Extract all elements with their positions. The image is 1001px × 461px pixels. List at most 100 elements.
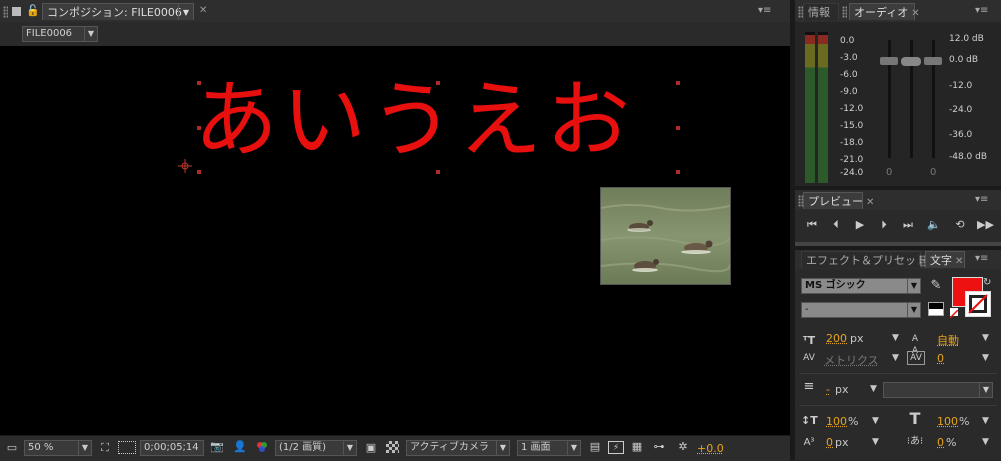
stroke-color-swatch[interactable]	[965, 291, 991, 317]
tab-audio[interactable]: オーディオ ✕	[849, 3, 920, 20]
region-of-interest-icon[interactable]: ▣	[364, 442, 378, 454]
exposure-icon[interactable]: ✲	[676, 441, 690, 453]
fit-icon[interactable]: ⛶	[98, 442, 112, 454]
bbox-handle[interactable]	[197, 81, 201, 85]
db-label: -6.0	[840, 70, 858, 80]
tsume-unit: %	[946, 436, 957, 449]
tracking-value[interactable]: 0	[937, 352, 944, 365]
chevron-down-icon: ▼	[907, 279, 920, 293]
composition-viewer[interactable]: あいうえお	[0, 46, 790, 435]
chevron-down-icon[interactable]: ▼	[982, 416, 989, 426]
chevron-down-icon[interactable]: ▼	[982, 353, 989, 363]
pixel-aspect-icon[interactable]: ▤	[588, 441, 602, 453]
zoom-dropdown[interactable]: 50 % ▼	[24, 440, 92, 456]
next-frame-icon[interactable]: ⏵	[877, 219, 891, 231]
loop-icon[interactable]: ⟲	[953, 219, 967, 231]
bbox-handle[interactable]	[436, 81, 440, 85]
lock-icon[interactable]: 🔓	[26, 4, 40, 17]
always-preview-icon[interactable]: ▭	[5, 442, 19, 454]
volume-slider-left[interactable]	[880, 57, 898, 65]
first-frame-icon[interactable]: ⏮	[805, 219, 819, 231]
tab-character[interactable]: 文字 ✕	[925, 251, 965, 268]
timecode-button[interactable]: 0;00;05;14	[140, 440, 204, 456]
swap-colors-icon[interactable]: ↻	[983, 277, 991, 288]
kerning-value[interactable]: メトリクス	[824, 352, 879, 368]
video-layer[interactable]	[600, 187, 731, 285]
comp-selector[interactable]: FILE0006 ▼	[22, 26, 98, 42]
grip-icon[interactable]	[3, 5, 11, 18]
no-color-swatch[interactable]	[949, 308, 959, 319]
bbox-handle[interactable]	[436, 170, 440, 174]
tab-info[interactable]: 情報	[803, 3, 839, 20]
close-icon[interactable]: ✕	[911, 8, 919, 19]
audio-meter-left	[805, 32, 815, 183]
tracking-icon: AV	[907, 351, 925, 365]
resolution-dropdown[interactable]: (1/2 画質) ▼	[275, 440, 357, 456]
character-panel: MS ゴシック ▼ - ▼ ✎ ↻ ᵀT 200 px ▼ AA 自動 ▼ AV…	[795, 269, 1001, 460]
play-icon[interactable]: ▶	[853, 219, 867, 231]
eyedropper-icon[interactable]: ✎	[929, 279, 943, 292]
font-size-value[interactable]: 200	[826, 332, 847, 345]
horizontal-scale-icon: T	[909, 409, 921, 428]
tab-preview[interactable]: プレビュー ✕	[803, 192, 874, 209]
close-icon[interactable]: ✕	[955, 256, 963, 267]
stroke-style-dropdown[interactable]: ▼	[883, 382, 993, 398]
panel-menu-icon[interactable]: ▾≡	[975, 194, 988, 205]
chevron-down-icon[interactable]: ▼	[892, 333, 899, 343]
previous-frame-icon[interactable]: ⏴	[829, 219, 843, 231]
exposure-value[interactable]: +0.0	[697, 442, 724, 455]
last-frame-icon[interactable]: ⏭	[901, 219, 915, 231]
db-label: 0.0	[840, 36, 855, 46]
tab-effects-presets[interactable]: エフェクト＆プリセット	[801, 251, 927, 268]
panel-menu-icon[interactable]: ▾≡	[975, 5, 988, 16]
tab-effects-label: エフェクト＆プリセット	[806, 254, 927, 267]
views-dropdown[interactable]: 1 画面 ▼	[517, 440, 581, 456]
leading-value[interactable]: 自動	[937, 332, 959, 348]
timeline-icon[interactable]: ▦	[630, 441, 644, 453]
db-label: -21.0	[840, 155, 864, 165]
font-family-dropdown[interactable]: MS ゴシック ▼	[801, 278, 921, 294]
volume-slider-right[interactable]	[924, 57, 942, 65]
black-white-swatch[interactable]	[928, 302, 944, 316]
chevron-down-icon[interactable]: ▼	[178, 4, 193, 20]
chevron-down-icon[interactable]: ▼	[982, 333, 989, 343]
volume-slider-master[interactable]	[901, 57, 921, 66]
fast-preview-icon[interactable]: ⚡	[608, 441, 624, 454]
tab-composition[interactable]: コンポジション: FILE0006 ▼	[42, 3, 194, 20]
chevron-down-icon[interactable]: ▼	[892, 353, 899, 363]
transparency-grid-icon[interactable]	[386, 441, 399, 453]
panel-menu-icon[interactable]: ▾≡	[975, 253, 988, 264]
stroke-width-value[interactable]: -	[826, 383, 830, 396]
safe-margins-icon[interactable]	[118, 441, 136, 454]
show-snapshot-icon[interactable]: 👤	[233, 441, 247, 453]
composition-tab-bar: 🔓 コンポジション: FILE0006 ▼ ✕ ▾≡	[0, 0, 790, 23]
bbox-handle[interactable]	[197, 126, 201, 130]
chevron-down-icon[interactable]: ▼	[872, 416, 879, 426]
chevron-down-icon[interactable]: ▼	[982, 437, 989, 447]
snapshot-icon[interactable]: 📷	[210, 441, 224, 453]
close-icon[interactable]: ✕	[199, 5, 207, 16]
horizontal-scale-value[interactable]: 100	[937, 415, 958, 428]
tsume-value[interactable]: 0	[937, 436, 944, 449]
camera-dropdown[interactable]: アクティブカメラ ▼	[406, 440, 510, 456]
chevron-down-icon[interactable]: ▼	[870, 384, 877, 394]
baseline-shift-value[interactable]: 0	[826, 436, 833, 449]
tab-audio-label: オーディオ	[854, 6, 909, 19]
anchor-point-icon[interactable]	[178, 159, 192, 173]
text-layer[interactable]: あいうえお	[194, 66, 634, 174]
vertical-scale-value[interactable]: 100	[826, 415, 847, 428]
font-style-dropdown[interactable]: - ▼	[801, 302, 921, 318]
flowchart-icon[interactable]: ⊶	[652, 441, 666, 453]
audio-panel: 0.0 -3.0 -6.0 -9.0 -12.0 -15.0 -18.0 -21…	[795, 22, 1001, 186]
viewer-bottom-toolbar: ▭ 50 % ▼ ⛶ 0;00;05;14 📷 👤 (1/2 画質) ▼ ▣ ア…	[0, 435, 790, 461]
chevron-down-icon[interactable]: ▼	[872, 437, 879, 447]
close-icon[interactable]: ✕	[866, 197, 874, 208]
panel-menu-icon[interactable]: ▾≡	[758, 5, 771, 16]
color-channels-icon[interactable]	[255, 441, 269, 456]
bbox-handle[interactable]	[197, 170, 201, 174]
ram-preview-icon[interactable]: ▶▶	[977, 219, 994, 231]
audio-icon[interactable]: 🔈	[927, 219, 941, 231]
bbox-handle[interactable]	[676, 126, 680, 130]
bbox-handle[interactable]	[676, 81, 680, 85]
bbox-handle[interactable]	[676, 170, 680, 174]
